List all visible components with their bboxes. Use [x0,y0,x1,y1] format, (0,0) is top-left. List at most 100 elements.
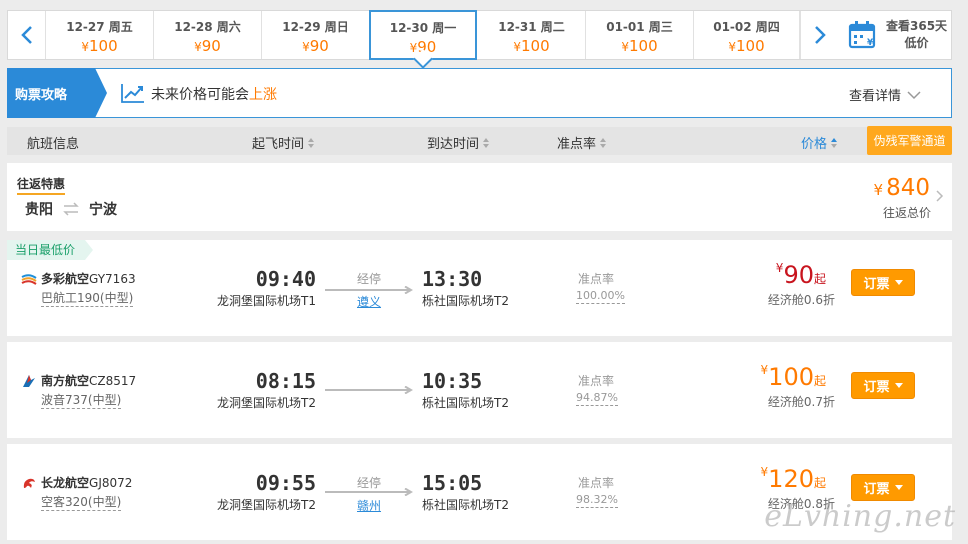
next-dates-button[interactable] [800,11,838,59]
date-tab-5[interactable]: 01-01 周三 ¥100 [586,11,694,59]
aircraft-type[interactable]: 空客320(中型) [41,495,122,511]
airline-name: 长龙航空 [41,476,90,490]
flight-number: GJ8072 [89,475,133,490]
aircraft-type[interactable]: 巴航工190(中型) [41,291,134,307]
round-trip-deal-card[interactable]: 往返特惠 贵阳 宁波 ¥840 往返总价 [7,163,952,231]
departure-time: 09:40 [255,267,316,291]
sort-departure-time[interactable]: 起飞时间 [252,133,315,152]
airline-name: 南方航空 [41,374,90,388]
cabin-discount: 经济舱0.6折 [767,293,835,307]
on-time-label: 准点率 [578,476,615,490]
book-button[interactable]: 订票 [851,474,915,501]
departure-time: 08:15 [255,369,316,393]
watermark: eLvhing.net [764,499,956,534]
chevron-down-icon [907,90,921,99]
origin-city: 贵阳 [25,202,53,218]
swap-icon [63,202,79,216]
date-price: ¥90 [194,37,221,55]
arrival-time: 15:05 [422,471,483,495]
sort-asc-icon [831,137,838,148]
on-time-rate[interactable]: 98.32% [576,493,618,508]
sort-arrival-time[interactable]: 到达时间 [427,133,490,152]
date-label: 12-29 周日 [282,20,349,34]
chevron-right-icon [814,26,826,44]
date-price: ¥100 [513,37,550,55]
flight-price: ¥90起 [775,261,826,289]
sort-on-time-rate[interactable]: 准点率 [557,133,607,152]
stopover-city-link[interactable]: 赣州 [357,497,381,514]
date-tab-1[interactable]: 12-28 周六 ¥90 [154,11,262,59]
flight-number: GY7163 [89,271,136,286]
round-trip-total-label: 往返总价 [882,206,931,220]
date-label: 12-30 周一 [389,21,457,35]
airline-name: 多彩航空 [41,272,90,286]
departure-airport: 龙洞堡国际机场T2 [217,396,316,410]
flight-arrow-icon [325,386,413,394]
arrival-airport: 栎社国际机场T2 [422,498,509,512]
date-price: ¥90 [409,38,437,56]
date-tab-4[interactable]: 12-31 周二 ¥100 [478,11,586,59]
multicolor-airline-logo-icon [21,273,37,285]
lowest-price-badge: 当日最低价 [7,240,94,260]
flight-number: CZ8517 [89,373,137,388]
sort-icon [600,137,607,148]
caret-down-icon [894,280,903,285]
departure-time: 09:55 [255,471,316,495]
china-southern-logo-icon [23,374,35,387]
flight-price: ¥100起 [760,363,826,391]
sort-icon [483,137,490,148]
date-label: 01-01 周三 [606,20,673,34]
arrival-airport: 栎社国际机场T2 [422,396,509,410]
disabled-military-channel-button[interactable]: 伪残军警通道 [867,126,952,155]
flight-price: ¥120起 [760,465,826,493]
view-details-label: 查看详情 [848,89,901,104]
destination-city: 宁波 [89,202,117,218]
prev-dates-button[interactable] [8,11,46,59]
airline-info: 长龙航空 GJ8072 [21,474,132,491]
round-trip-route: 贵阳 宁波 [25,199,117,219]
header-flight-info: 航班信息 [27,137,80,152]
airline-info: 多彩航空 GY7163 [21,270,136,287]
on-time-rate[interactable]: 100.00% [576,289,625,304]
calendar-icon: ¥ [848,21,876,49]
view-details-link[interactable]: 查看详情 [849,85,921,104]
price-forecast-text: 未来价格可能会上涨 [151,87,277,103]
book-button[interactable]: 订票 [851,269,915,296]
flight-card: 当日最低价 多彩航空 GY7163 巴航工190(中型) 09:40 龙洞堡国际机… [7,240,952,336]
date-tab-3-selected[interactable]: 12-30 周一 ¥90 [369,10,477,60]
flight-arrow-icon [325,488,413,496]
date-tab-6[interactable]: 01-02 周四 ¥100 [694,11,800,59]
round-trip-price: ¥840 [873,175,930,201]
svg-text:¥: ¥ [867,38,874,48]
date-tab-2[interactable]: 12-29 周日 ¥90 [262,11,370,59]
ticket-tips-bar: 购票攻略 未来价格可能会上涨 查看详情 [7,68,952,118]
airline-info: 南方航空 CZ8517 [21,372,136,389]
low-price-calendar-button[interactable]: ¥ 查看365天 低价 [838,11,952,59]
departure-airport: 龙洞堡国际机场T1 [217,294,316,308]
results-header: 航班信息 起飞时间 到达时间 准点率 价格 伪残军警通道 [7,126,952,155]
date-label: 01-02 周四 [713,20,780,34]
departure-airport: 龙洞堡国际机场T2 [217,498,316,512]
stopover-city-link[interactable]: 遵义 [357,293,381,310]
aircraft-type[interactable]: 波音737(中型) [41,393,122,409]
chevron-right-icon [936,190,944,202]
arrival-time: 10:35 [422,369,483,393]
date-tab-0[interactable]: 12-27 周五 ¥100 [46,11,154,59]
on-time-label: 准点率 [578,374,615,388]
date-price: ¥100 [728,37,765,55]
sort-icon [308,137,315,148]
price-trend: 上涨 [249,87,277,103]
cabin-discount: 经济舱0.7折 [767,395,835,409]
sort-price[interactable]: 价格 [801,133,838,152]
on-time-rate[interactable]: 94.87% [576,391,618,406]
arrival-airport: 栎社国际机场T2 [422,294,509,308]
date-label: 12-28 周六 [174,20,241,34]
stopover-label: 经停 [357,272,382,286]
flight-card: 南方航空 CZ8517 波音737(中型) 08:15 龙洞堡国际机场T2 10:… [7,342,952,438]
round-trip-title: 往返特惠 [17,175,66,195]
on-time-label: 准点率 [578,272,615,286]
ticket-tips-tag: 购票攻略 [7,68,107,118]
loong-air-logo-icon [23,478,35,488]
trend-up-icon [121,84,144,103]
book-button[interactable]: 订票 [851,372,915,399]
